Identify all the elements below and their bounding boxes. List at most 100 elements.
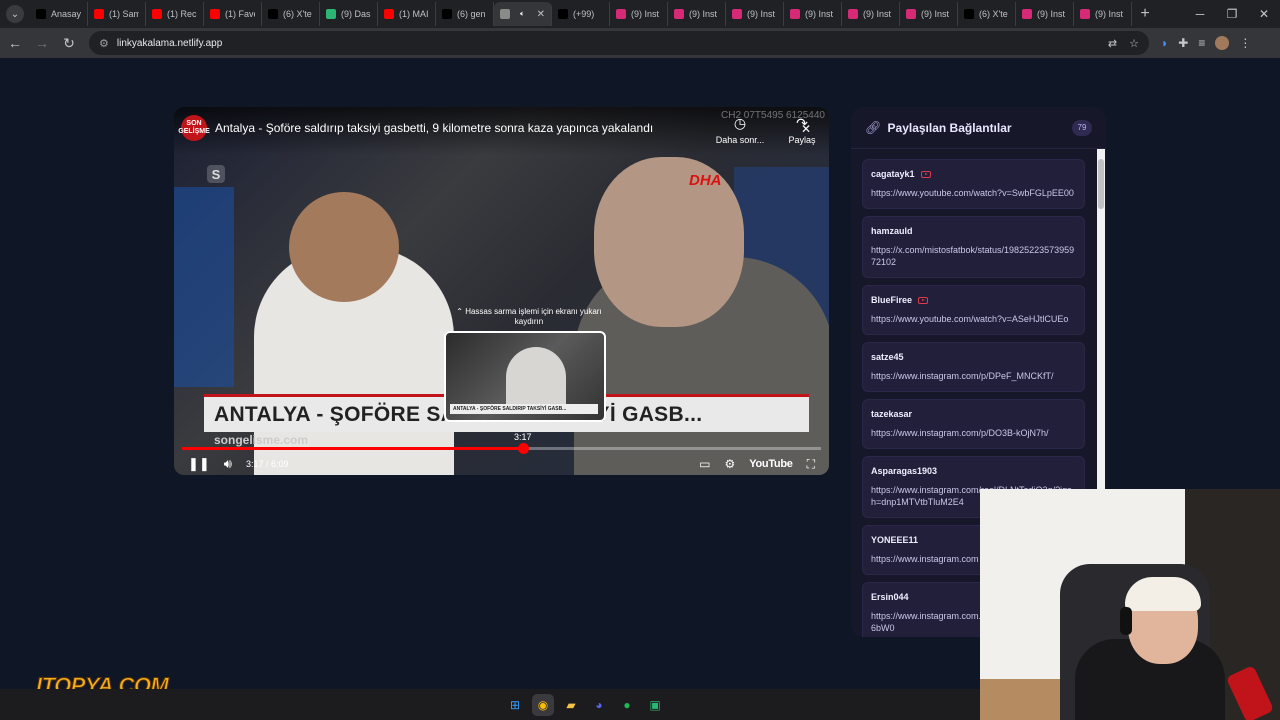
- channel-logo[interactable]: SON GELİŞME: [178, 115, 210, 141]
- new-tab-button[interactable]: +: [1132, 5, 1158, 23]
- watch-later-label: Daha sonr...: [715, 135, 765, 145]
- browser-tab[interactable]: (1) Reck: [146, 2, 204, 26]
- link-username-row: BlueFiree: [871, 295, 1076, 305]
- link-url[interactable]: https://www.youtube.com/watch?v=ASeHJtlC…: [871, 313, 1076, 325]
- browser-tab[interactable]: (9) Dash: [320, 2, 378, 26]
- app-icon: [326, 9, 336, 19]
- progress-bar[interactable]: [182, 443, 821, 454]
- youtube-icon: [152, 9, 162, 19]
- watch-later-button[interactable]: ◷ Daha sonr...: [714, 115, 766, 145]
- browser-tab[interactable]: (1) Fave: [204, 2, 262, 26]
- settings-gear-icon[interactable]: ⚙: [725, 457, 736, 471]
- link-username: BlueFiree: [871, 295, 913, 305]
- subtitles-icon[interactable]: ▭: [699, 457, 710, 471]
- x-logo-icon: [36, 9, 46, 19]
- windows-start-icon[interactable]: ⊞: [504, 694, 526, 716]
- tab-audio-icon[interactable]: 🔈︎: [520, 9, 525, 19]
- site-info-icon[interactable]: ⚙: [99, 37, 109, 50]
- link-username: YONEEE11: [871, 535, 919, 545]
- url-text: linkyakalama.netlify.app: [116, 37, 223, 49]
- close-window-icon[interactable]: ✕: [1248, 0, 1280, 28]
- browser-tab[interactable]: (6) X'te: [958, 2, 1016, 26]
- youtube-icon: [210, 9, 220, 19]
- discord-icon[interactable]: ◕: [588, 694, 610, 716]
- extensions-puzzle-icon[interactable]: ✚: [1178, 36, 1188, 50]
- browser-tab[interactable]: (9) Inst: [668, 2, 726, 26]
- browser-tab[interactable]: (6) gen: [436, 2, 494, 26]
- panel-header: 🔗︎ Paylaşılan Bağlantılar 79: [851, 107, 1106, 149]
- menu-kebab-icon[interactable]: ⋮: [1239, 36, 1251, 50]
- app-icon[interactable]: ▣: [644, 694, 666, 716]
- x-logo-icon: [268, 9, 278, 19]
- file-explorer-icon[interactable]: ▰: [560, 694, 582, 716]
- tab-close-icon[interactable]: ✕: [537, 9, 545, 20]
- link-url[interactable]: https://www.youtube.com/watch?v=SwbFGLpE…: [871, 187, 1076, 199]
- tab-search-icon[interactable]: ⌄: [6, 5, 24, 23]
- browser-tab[interactable]: Anasay: [30, 2, 88, 26]
- pause-icon[interactable]: ❚❚: [188, 456, 210, 472]
- back-icon[interactable]: ←: [3, 31, 27, 55]
- youtube-icon: [384, 9, 394, 19]
- link-url[interactable]: https://www.instagram.com/p/DPeF_MNCKfT/: [871, 370, 1076, 382]
- browser-tab[interactable]: 🔈︎ ✕: [494, 2, 552, 26]
- browser-tab[interactable]: (9) Inst: [610, 2, 668, 26]
- x-logo-icon: [964, 9, 974, 19]
- link-url[interactable]: https://x.com/mistosfatbok/status/198252…: [871, 244, 1076, 268]
- webcam-overlay: [980, 489, 1280, 720]
- s-logo: S: [207, 165, 225, 183]
- restore-icon[interactable]: ❐: [1216, 0, 1248, 28]
- progress-played: [182, 447, 524, 450]
- minimize-icon[interactable]: ─: [1184, 0, 1216, 28]
- browser-tab[interactable]: (9) Inst: [842, 2, 900, 26]
- shared-link-card[interactable]: satze45 https://www.instagram.com/p/DPeF_…: [862, 342, 1085, 392]
- close-icon[interactable]: ✕: [801, 122, 811, 136]
- profile-avatar[interactable]: [1215, 36, 1230, 50]
- site-watermark: songelisme.com: [214, 433, 309, 447]
- browser-tab[interactable]: (1) Sam: [88, 2, 146, 26]
- browser-tab[interactable]: (9) Inst: [900, 2, 958, 26]
- fullscreen-icon[interactable]: ⛶: [807, 457, 815, 472]
- video-player[interactable]: SON GELİŞME Antalya - Şoföre saldırıp ta…: [174, 107, 829, 475]
- bookmark-star-icon[interactable]: ☆: [1129, 37, 1139, 50]
- media-controls-icon[interactable]: ≡: [1198, 36, 1205, 50]
- tab-label: Anasay: [51, 9, 81, 19]
- browser-tab[interactable]: (9) Inst: [1074, 2, 1132, 26]
- share-label: Paylaş: [788, 135, 816, 145]
- link-url[interactable]: https://www.instagram.com/p/DO3B-kOjN7h/: [871, 427, 1076, 439]
- tab-label: (9) Dash: [341, 9, 371, 19]
- shared-link-card[interactable]: cagatayk1 https://www.youtube.com/watch?v…: [862, 159, 1085, 209]
- youtube-logo[interactable]: YouTube: [749, 458, 793, 470]
- link-username: hamzauld: [871, 226, 913, 236]
- volume-icon[interactable]: 🔊︎: [224, 456, 232, 472]
- scrollbar-thumb[interactable]: [1098, 159, 1104, 209]
- tab-label: (1) Sam: [109, 9, 139, 19]
- forward-icon[interactable]: →: [30, 31, 54, 55]
- tab-label: (6) X'te: [283, 9, 312, 19]
- webcam-person-hair: [1125, 577, 1201, 611]
- video-frame-face-pixelated: [594, 157, 744, 327]
- x-logo-icon: [442, 9, 452, 19]
- translate-icon[interactable]: ⇄: [1108, 37, 1117, 50]
- browser-tab[interactable]: (+99): [552, 2, 610, 26]
- browser-tab[interactable]: (6) X'te: [262, 2, 320, 26]
- browser-tab[interactable]: (9) Inst: [784, 2, 842, 26]
- browser-tab[interactable]: (1) MAI: [378, 2, 436, 26]
- address-bar[interactable]: ⚙ linkyakalama.netlify.app ⇄ ☆: [89, 31, 1149, 55]
- reload-icon[interactable]: ↻: [57, 31, 81, 55]
- shared-link-card[interactable]: BlueFiree https://www.youtube.com/watch?v…: [862, 285, 1085, 335]
- spotify-icon[interactable]: ●: [616, 694, 638, 716]
- video-title[interactable]: Antalya - Şoföre saldırıp taksiyi gasbet…: [215, 121, 653, 135]
- tab-label: (9) Inst: [689, 9, 718, 19]
- instagram-icon: [906, 9, 916, 19]
- browser-tab[interactable]: (9) Inst: [1016, 2, 1074, 26]
- link-count-badge: 79: [1072, 119, 1092, 136]
- tab-label: (9) Inst: [805, 9, 834, 19]
- browser-tab[interactable]: (9) Inst: [726, 2, 784, 26]
- extension-icon[interactable]: ◗: [1161, 36, 1168, 50]
- chrome-icon[interactable]: ◉: [532, 693, 554, 716]
- link-username-row: tazekasar: [871, 409, 1076, 419]
- shared-link-card[interactable]: hamzauld https://x.com/mistosfatbok/statu…: [862, 216, 1085, 278]
- link-username: Ersin044: [871, 592, 909, 602]
- shared-link-card[interactable]: tazekasar https://www.instagram.com/p/DO3…: [862, 399, 1085, 449]
- link-username: tazekasar: [871, 409, 913, 419]
